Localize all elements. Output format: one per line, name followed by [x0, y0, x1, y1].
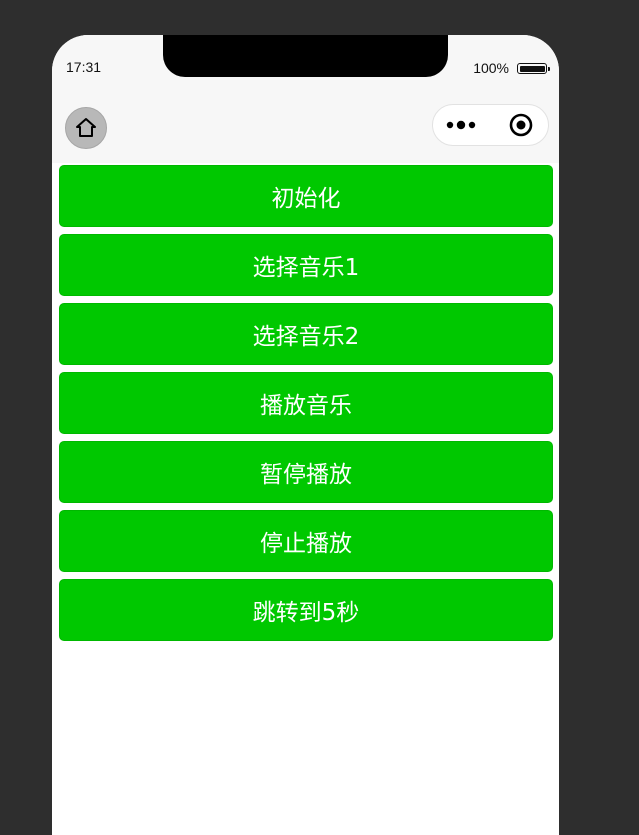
battery-percentage: 100%: [473, 60, 509, 76]
battery-fill: [519, 65, 545, 72]
more-dots-icon: [446, 120, 476, 130]
status-bar: 17:31 100%: [52, 35, 559, 95]
seek-5s-button[interactable]: 跳转到5秒: [59, 579, 553, 641]
close-button[interactable]: [492, 105, 550, 145]
battery-icon: [517, 63, 550, 74]
play-music-button[interactable]: 播放音乐: [59, 372, 553, 434]
capsule-menu: [432, 104, 549, 146]
more-button[interactable]: [433, 105, 491, 145]
stop-button[interactable]: 停止播放: [59, 510, 553, 572]
navigation-bar: [52, 95, 559, 163]
pause-button[interactable]: 暂停播放: [59, 441, 553, 503]
init-button[interactable]: 初始化: [59, 165, 553, 227]
status-time: 17:31: [66, 59, 102, 75]
phone-frame: 17:31 100% 初始化 选择音乐1 选择音乐2 播放音乐 暂停播放 停止播…: [52, 35, 559, 835]
target-circle-icon: [509, 113, 533, 137]
home-icon: [76, 118, 96, 137]
select-music-2-button[interactable]: 选择音乐2: [59, 303, 553, 365]
home-button[interactable]: [65, 107, 107, 149]
select-music-1-button[interactable]: 选择音乐1: [59, 234, 553, 296]
button-list: 初始化 选择音乐1 选择音乐2 播放音乐 暂停播放 停止播放 跳转到5秒: [59, 165, 553, 648]
notch: [163, 35, 448, 77]
